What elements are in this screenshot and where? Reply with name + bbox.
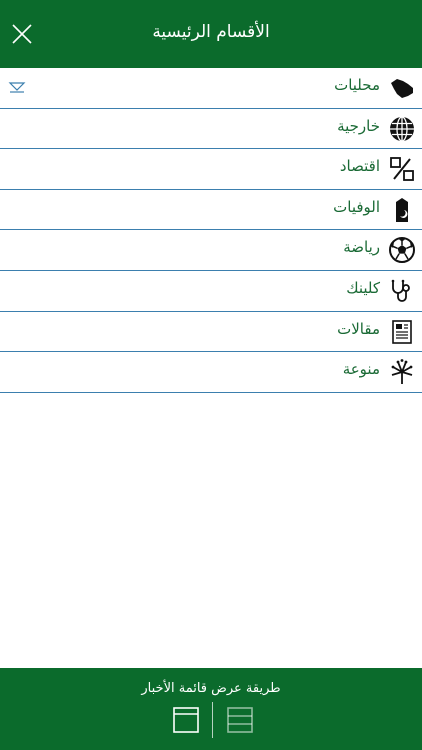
- fireworks-icon: [391, 359, 413, 385]
- menu-item-misc[interactable]: منوعة: [0, 352, 422, 393]
- menu-item-label: خارجية: [337, 116, 380, 135]
- menu-item-international[interactable]: خارجية: [0, 109, 422, 150]
- menu-item-label: محليات: [334, 76, 380, 94]
- stethoscope-icon: [391, 279, 410, 302]
- menu-item-label: كلينك: [346, 278, 380, 297]
- menu-item-label: منوعة: [342, 360, 380, 379]
- newspaper-icon: [392, 319, 412, 344]
- sections-menu: محليات خارجية اقتصاد الوفيات رياضة كلينك…: [0, 68, 422, 393]
- percent-icon: [390, 157, 414, 182]
- view-divider: [212, 702, 213, 738]
- menu-item-local[interactable]: محليات: [0, 68, 422, 109]
- saudi-map-icon: [391, 79, 413, 98]
- obituary-icon: [396, 197, 408, 222]
- view-mode-label: طريقة عرض قائمة الأخبار: [141, 681, 281, 696]
- menu-item-economy[interactable]: اقتصاد: [0, 149, 422, 190]
- menu-item-clinic[interactable]: كلينك: [0, 271, 422, 312]
- globe-icon: [390, 115, 414, 142]
- menu-item-label: اقتصاد: [339, 157, 380, 176]
- menu-item-articles[interactable]: مقالات: [0, 312, 422, 353]
- menu-item-label: الوفيات: [333, 197, 380, 216]
- menu-item-sports[interactable]: رياضة: [0, 230, 422, 271]
- soccer-ball-icon: [389, 237, 415, 264]
- menu-item-obituaries[interactable]: الوفيات: [0, 190, 422, 231]
- top-bar: الأقسام الرئيسية: [0, 0, 422, 68]
- bottom-bar: طريقة عرض قائمة الأخبار: [0, 668, 422, 750]
- page-title: الأقسام الرئيسية: [152, 22, 270, 42]
- menu-item-label: رياضة: [343, 238, 380, 257]
- menu-item-label: مقالات: [337, 319, 380, 338]
- chevron-down-icon[interactable]: [8, 81, 26, 93]
- single-view-icon[interactable]: [172, 706, 200, 734]
- list-view-icon[interactable]: [226, 706, 254, 734]
